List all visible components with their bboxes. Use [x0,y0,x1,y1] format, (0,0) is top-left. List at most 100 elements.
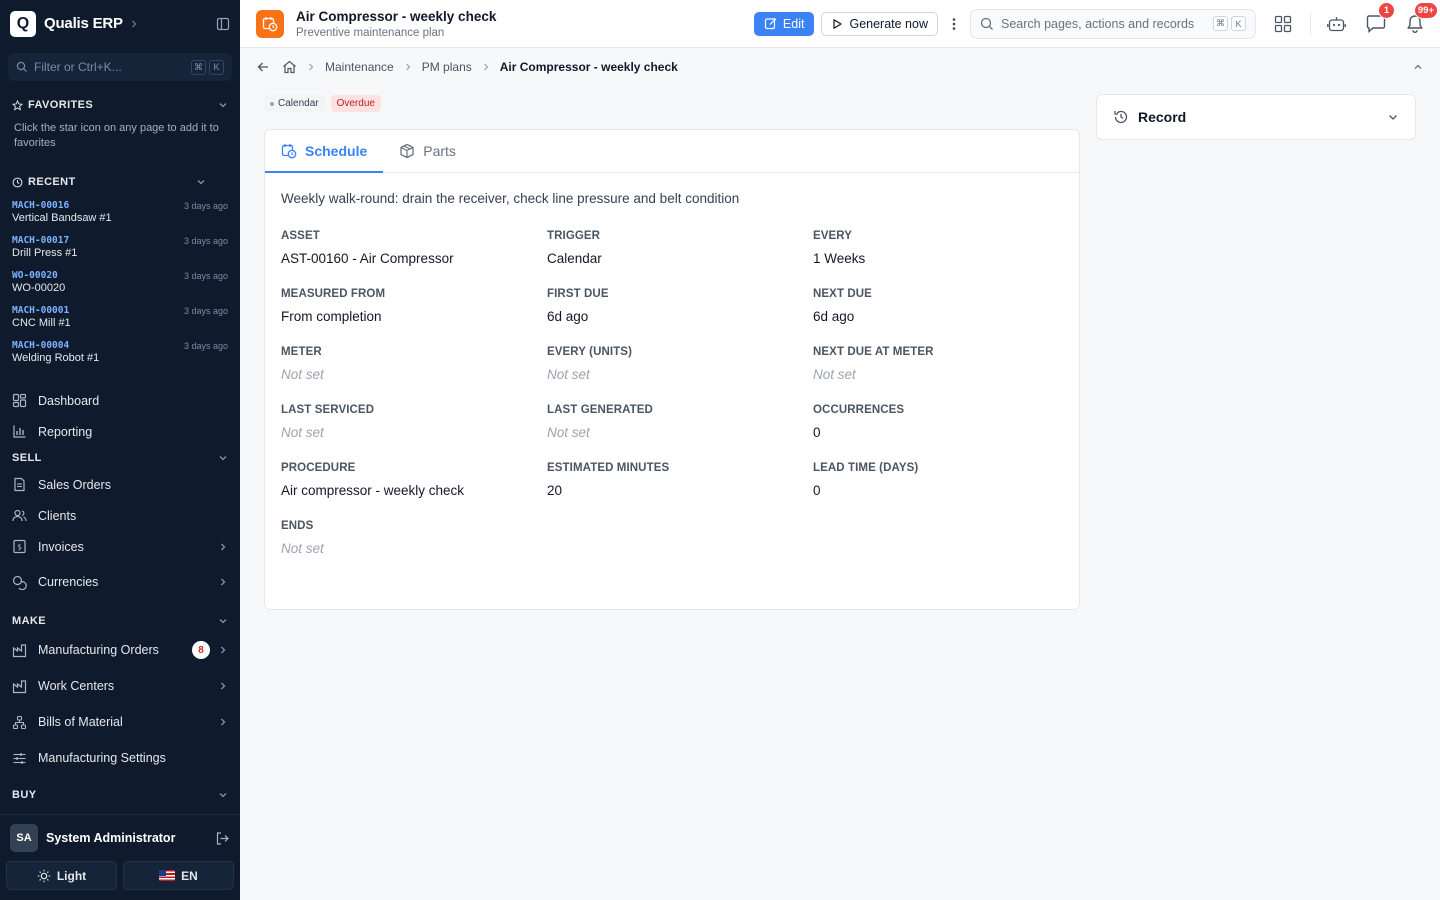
nav-bills-of-material[interactable]: Bills of Material [0,704,240,740]
chevron-right-icon [404,62,412,72]
field-trigger: TRIGGER Calendar [547,230,813,266]
chevron-right-icon [218,542,228,552]
nav-dashboard[interactable]: Dashboard [0,385,240,416]
field-last-generated: LAST GENERATED Not set [547,404,813,440]
us-flag-icon [159,870,176,881]
field-value: Not set [281,367,324,382]
star-icon [12,99,23,111]
generate-now-label: Generate now [849,16,928,31]
group-buy-header[interactable]: BUY [0,784,240,806]
more-options-icon[interactable] [952,17,956,31]
field-grid: ASSET AST-00160 - Air Compressor TRIGGER C… [265,206,1079,556]
robot-icon[interactable] [1327,15,1346,33]
play-icon [831,18,843,30]
calendar-clock-icon [256,9,284,38]
recent-item[interactable]: MACH-00016 Vertical Bandsaw #1 3 days ago [0,195,240,230]
apps-grid-icon[interactable] [1274,15,1292,33]
sidebar-filter-input[interactable]: Filter or Ctrl+K... ⌘ K [8,53,232,81]
brand-logo: Q [10,10,36,37]
recent-item-time: 3 days ago [183,201,228,211]
nav-manufacturing-orders[interactable]: Manufacturing Orders 8 [0,632,240,668]
field-label: NEXT DUE AT METER [813,346,934,358]
nav-clients[interactable]: Clients [0,500,240,531]
sidebar-filter-placeholder: Filter or Ctrl+K... [34,60,122,74]
field-ends: ENDS Not set [281,520,547,556]
tab-parts[interactable]: Parts [383,130,472,172]
field-label: ESTIMATED MINUTES [547,462,670,474]
logout-icon[interactable] [215,831,230,846]
field-value: From completion [281,309,382,324]
nav-reporting[interactable]: Reporting [0,416,240,447]
page-subtitle: Preventive maintenance plan [296,26,445,39]
global-search-placeholder: Search pages, actions and records [1001,16,1195,31]
history-icon [1113,109,1129,125]
nav-invoices[interactable]: $ Invoices [0,531,240,562]
recent-item[interactable]: MACH-00017 Drill Press #1 3 days ago [0,230,240,265]
nav-sales-orders[interactable]: Sales Orders [0,469,240,500]
recent-title: RECENT [28,176,76,188]
generate-now-button[interactable]: Generate now [821,11,938,36]
group-make-header[interactable]: MAKE [0,610,240,632]
recent-item-name: CNC Mill #1 [12,317,71,329]
breadcrumb-link[interactable]: PM plans [422,60,472,74]
bell-icon[interactable]: 99+ [1406,2,1438,33]
recent-item-code: MACH-00016 [12,200,70,211]
field-every-units: EVERY (UNITS) Not set [547,346,813,382]
recent-item-name: Vertical Bandsaw #1 [12,212,112,224]
status-tags: Calendar Overdue [264,95,381,112]
chevron-down-icon [196,177,206,187]
nav-label: Bills of Material [38,715,123,729]
group-sell-header[interactable]: SELL [0,447,240,469]
chevron-down-icon [218,453,228,463]
sidebar-collapse-icon[interactable] [216,17,230,31]
theme-toggle-button[interactable]: Light [6,861,117,890]
factory-icon [12,643,30,658]
kbd-cmd: ⌘ [191,59,206,75]
recent-header[interactable]: RECENT [0,172,240,192]
topbar: Air Compressor - weekly check Preventive… [240,0,1440,48]
nav-work-centers[interactable]: Work Centers [0,668,240,704]
back-arrow-icon[interactable] [256,60,270,74]
chat-icon[interactable]: 1 [1366,2,1395,33]
field-label: METER [281,346,322,358]
home-icon[interactable] [282,60,297,74]
recent-item[interactable]: MACH-00004 Welding Robot #1 3 days ago [0,335,240,370]
field-lead-time: LEAD TIME (DAYS) 0 [813,462,1063,498]
tag-dot [270,101,274,106]
kbd-k: K [1231,16,1246,31]
sliders-icon [12,751,30,766]
global-search-input[interactable]: Search pages, actions and records ⌘ K [970,8,1256,39]
breadcrumb-link[interactable]: Maintenance [325,60,394,74]
brand[interactable]: Q Qualis ERP [0,0,240,47]
nav-label: Currencies [38,575,99,589]
field-label: LAST SERVICED [281,404,375,416]
nav-manufacturing-settings[interactable]: Manufacturing Settings [0,740,240,776]
pm-plan-card: Schedule Parts Weekly walk-round: drain … [264,129,1080,610]
language-button[interactable]: EN [123,861,234,890]
recent-item[interactable]: WO-00020 WO-00020 3 days ago [0,265,240,300]
field-label: LEAD TIME (DAYS) [813,462,919,474]
search-icon [16,61,28,73]
field-estimated-minutes: ESTIMATED MINUTES 20 [547,462,813,498]
tab-schedule[interactable]: Schedule [265,130,384,173]
nav-currencies[interactable]: Currencies [0,562,240,602]
field-label: MEASURED FROM [281,288,386,300]
field-first-due: FIRST DUE 6d ago [547,288,813,324]
chevron-right-icon [129,19,139,29]
field-label: EVERY (UNITS) [547,346,633,358]
nav-label: Invoices [38,539,84,554]
nav-label: Dashboard [38,393,100,408]
avatar[interactable]: SA [10,824,38,852]
record-panel-toggle[interactable]: Record [1096,94,1416,140]
favorites-header[interactable]: FAVORITES [0,95,240,115]
field-occurrences: OCCURRENCES 0 [813,404,1063,440]
recent-item-name: Welding Robot #1 [12,352,100,364]
chevron-down-icon [1387,111,1399,123]
recent-item[interactable]: MACH-00001 CNC Mill #1 3 days ago [0,300,240,335]
edit-button[interactable]: Edit [753,11,815,36]
edit-icon [764,17,777,30]
chevron-right-icon [218,717,228,727]
nav-label: Sales Orders [38,477,111,492]
plan-description: Weekly walk-round: drain the receiver, c… [281,191,740,206]
chevron-up-icon[interactable] [1412,61,1424,73]
